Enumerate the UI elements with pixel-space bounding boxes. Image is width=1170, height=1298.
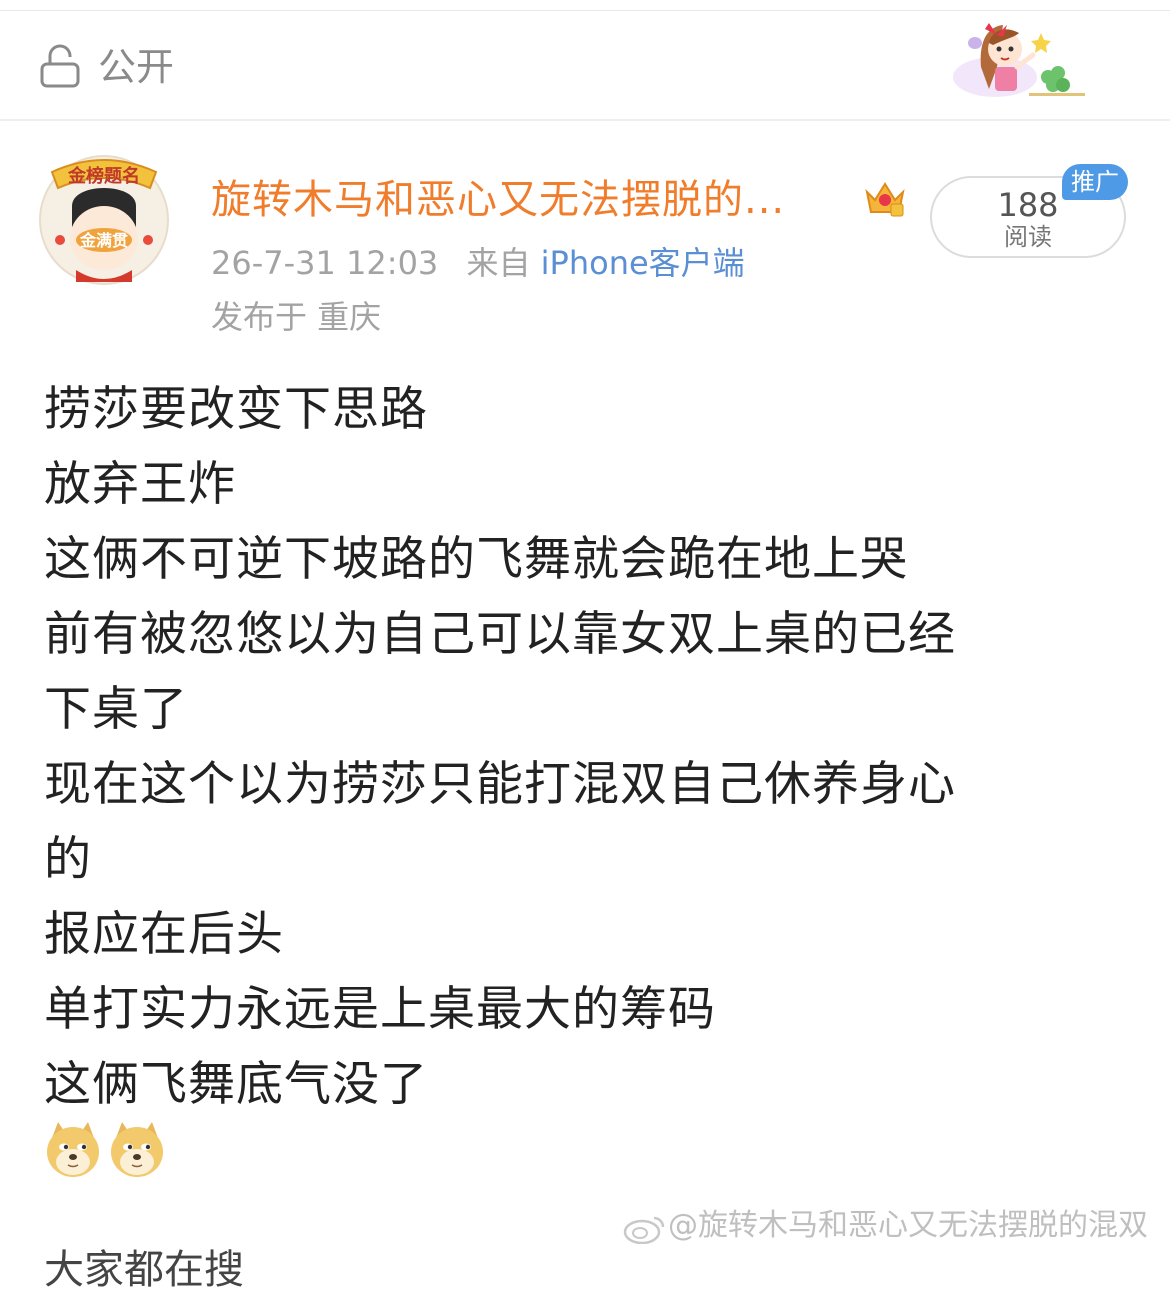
- post-location: 发布于 重庆: [211, 298, 382, 336]
- doge-icon: [111, 1122, 163, 1177]
- post-line: 捞莎要改变下思路: [44, 382, 428, 437]
- post-line: 这俩不可逆下坡路的飞舞就会跪在地上哭: [44, 532, 908, 587]
- avatar-label-text: 金满贯: [79, 231, 128, 250]
- post-line: 前有被忽悠以为自己可以靠女双上桌的已经: [44, 607, 956, 662]
- post-line: 报应在后头: [44, 907, 284, 962]
- privacy-bar[interactable]: 公开: [0, 11, 1170, 119]
- cartoon-girl-sticker: [953, 23, 1085, 97]
- post-line: 的: [44, 832, 92, 887]
- username[interactable]: 旋转木马和恶心又无法摆脱的...: [211, 172, 785, 228]
- watermark: @旋转木马和恶心又无法摆脱的混双: [620, 1204, 1148, 1248]
- post-line: 放弃王炸: [44, 457, 236, 512]
- privacy-label: 公开: [98, 45, 175, 89]
- post-datetime: 26-7-31 12:03: [211, 244, 439, 282]
- promote-badge[interactable]: 推广: [1062, 164, 1128, 200]
- lock-open-icon: [40, 44, 80, 88]
- hot-search-header[interactable]: 大家都在搜: [44, 1242, 244, 1298]
- section-divider: [0, 119, 1170, 121]
- source-prefix: 来自: [466, 244, 531, 282]
- source-app-link[interactable]: iPhone客户端: [541, 244, 745, 282]
- avatar-badge-text: 金榜题名: [67, 165, 140, 187]
- post-line: 单打实力永远是上桌最大的筹码: [44, 982, 716, 1037]
- emoji-row: [44, 1120, 172, 1184]
- post-meta: 26-7-31 12:03 来自 iPhone客户端: [211, 240, 745, 286]
- user-avatar[interactable]: 金榜题名 金满贯: [32, 142, 176, 292]
- post-line: 下桌了: [44, 682, 188, 737]
- post-body: 捞莎要改变下思路 放弃王炸 这俩不可逆下坡路的飞舞就会跪在地上哭 前有被忽悠以为…: [44, 372, 1144, 1122]
- post-line: 这俩飞舞底气没了: [44, 1057, 428, 1112]
- post-line: 现在这个以为捞莎只能打混双自己休养身心: [44, 757, 956, 812]
- doge-icon: [47, 1122, 99, 1177]
- read-label: 阅读: [1004, 223, 1052, 251]
- watermark-text: @旋转木马和恶心又无法摆脱的混双: [668, 1208, 1148, 1243]
- crown-vip-icon: [865, 182, 905, 217]
